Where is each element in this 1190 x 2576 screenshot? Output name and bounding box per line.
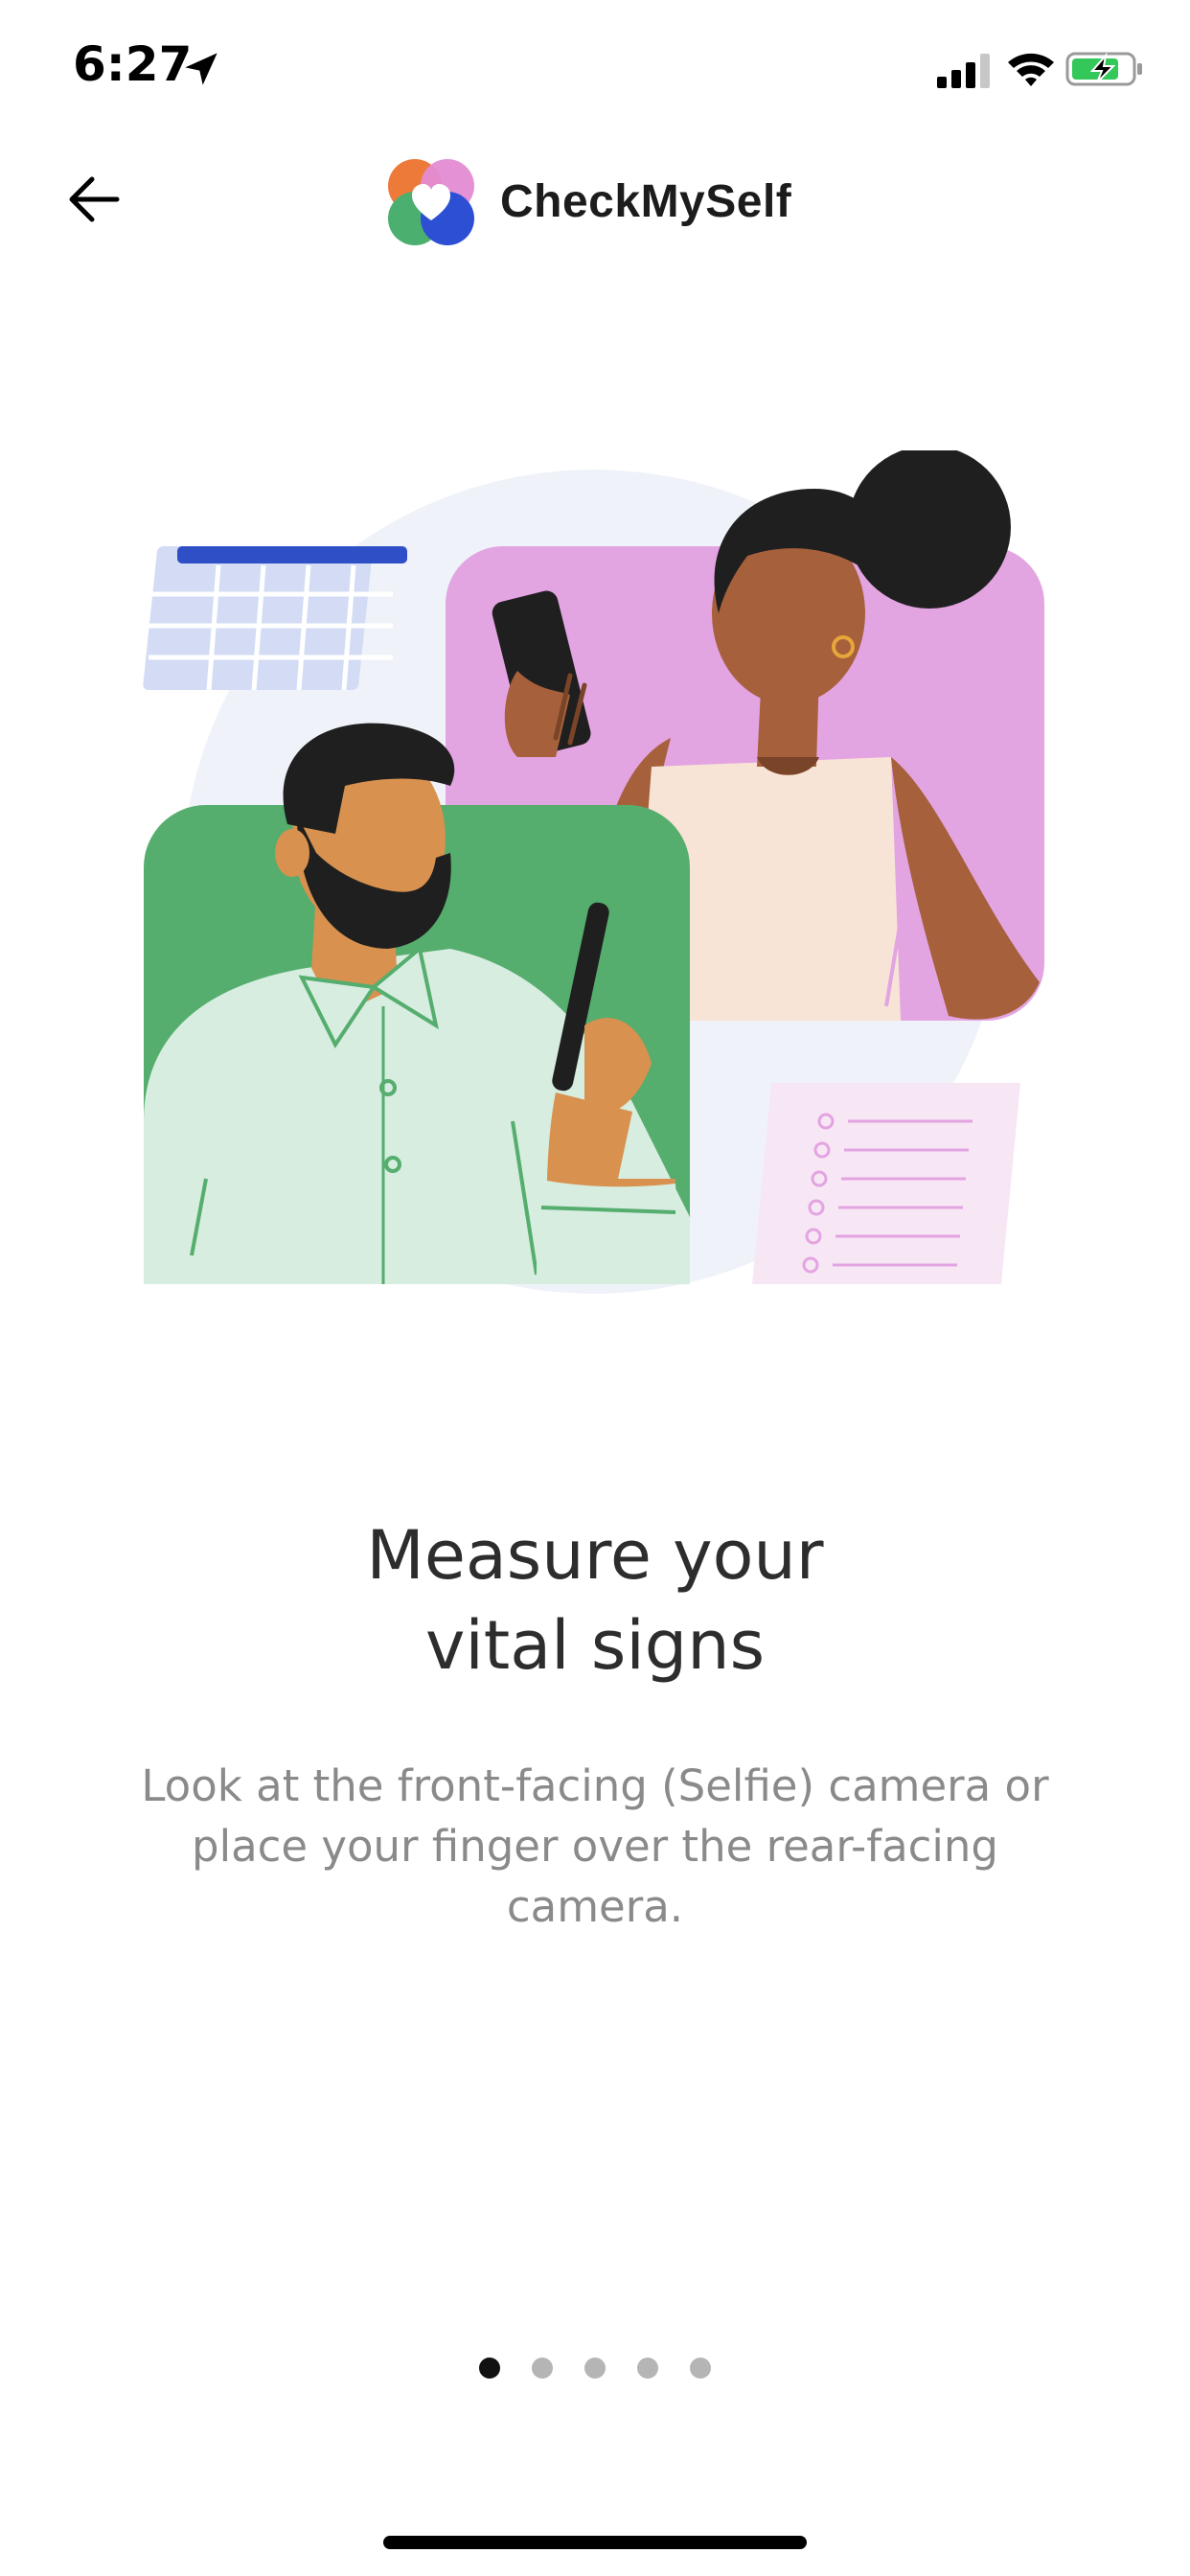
headline-line-1: Measure your bbox=[366, 1516, 824, 1595]
battery-charging-icon bbox=[1065, 52, 1142, 86]
checklist-icon bbox=[752, 1083, 1020, 1284]
page-indicator bbox=[0, 2358, 1190, 2379]
location-arrow-icon bbox=[185, 53, 217, 85]
signal-icon bbox=[937, 54, 990, 88]
app-brand: CheckMySelf bbox=[383, 153, 791, 249]
onboarding-description: Look at the front-facing (Selfie) camera… bbox=[116, 1756, 1074, 1937]
arrow-left-icon bbox=[69, 176, 120, 222]
status-time: 6:27 bbox=[73, 36, 193, 92]
page-dot-5[interactable] bbox=[690, 2358, 711, 2379]
page-dot-4[interactable] bbox=[637, 2358, 658, 2379]
page-dot-2[interactable] bbox=[532, 2358, 553, 2379]
description-line-3: camera. bbox=[506, 1881, 684, 1932]
page-dot-1[interactable] bbox=[479, 2358, 500, 2379]
description-line-1: Look at the front-facing (Selfie) camera… bbox=[141, 1760, 1049, 1811]
app-logo-icon bbox=[388, 159, 474, 245]
headline-line-2: vital signs bbox=[424, 1606, 766, 1685]
home-indicator[interactable] bbox=[383, 2536, 807, 2549]
back-button[interactable] bbox=[57, 163, 130, 236]
onboarding-headline: Measure your vital signs bbox=[116, 1510, 1074, 1690]
wifi-icon bbox=[1008, 53, 1054, 86]
status-bar: 6:27 bbox=[0, 0, 1190, 144]
description-line-2: place your finger over the rear-facing bbox=[192, 1821, 998, 1872]
page-dot-3[interactable] bbox=[584, 2358, 606, 2379]
onboarding-illustration bbox=[143, 450, 1044, 1294]
app-name: CheckMySelf bbox=[500, 175, 792, 227]
